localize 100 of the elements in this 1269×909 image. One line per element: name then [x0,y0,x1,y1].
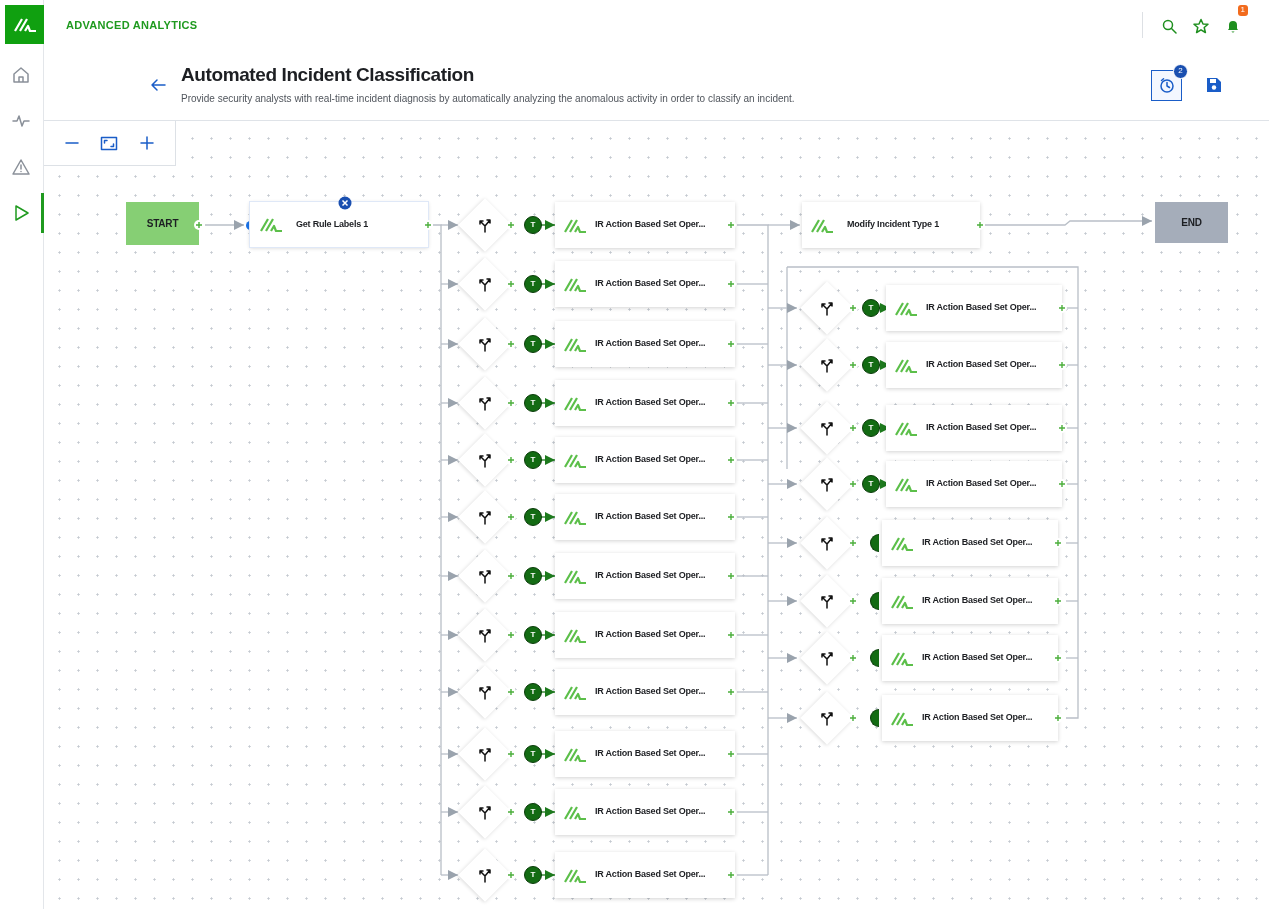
add-icon[interactable] [1053,653,1063,663]
trigger-badge[interactable]: T [862,299,880,317]
task-node[interactable]: IR Action Based Set Oper... [555,852,735,898]
add-icon[interactable] [506,455,516,465]
task-node[interactable]: IR Action Based Set Oper... [886,285,1062,331]
add-icon[interactable] [848,538,858,548]
logo[interactable] [5,5,44,44]
trigger-badge[interactable]: T [524,508,542,526]
add-icon[interactable] [506,398,516,408]
add-icon[interactable] [726,279,736,289]
add-icon[interactable] [506,512,516,522]
add-icon[interactable] [194,220,204,230]
task-node[interactable]: IR Action Based Set Oper... [882,635,1058,681]
task-node[interactable]: IR Action Based Set Oper... [555,437,735,483]
task-node[interactable]: Modify Incident Type 1 [802,202,980,248]
task-node[interactable]: Get Rule Labels 1 [250,202,428,247]
trigger-badge[interactable]: T [862,356,880,374]
task-node[interactable]: IR Action Based Set Oper... [555,494,735,540]
trigger-badge[interactable]: T [524,567,542,585]
trigger-badge[interactable]: T [524,451,542,469]
trigger-badge[interactable]: T [524,335,542,353]
add-icon[interactable] [1057,360,1067,370]
zoom-out-button[interactable] [62,139,81,147]
add-icon[interactable] [506,339,516,349]
back-button[interactable] [150,77,166,93]
add-icon[interactable] [726,749,736,759]
trigger-badge[interactable]: T [524,866,542,884]
add-icon[interactable] [1053,538,1063,548]
add-icon[interactable] [506,870,516,880]
add-icon[interactable] [1053,713,1063,723]
task-node[interactable]: IR Action Based Set Oper... [882,695,1058,741]
task-node[interactable]: IR Action Based Set Oper... [555,380,735,426]
connector-arrow [204,220,245,230]
add-icon[interactable] [506,687,516,697]
add-icon[interactable] [726,398,736,408]
start-node[interactable]: START [126,202,199,245]
end-node[interactable]: END [1155,202,1228,243]
add-icon[interactable] [1057,423,1067,433]
add-icon[interactable] [506,279,516,289]
add-icon[interactable] [506,571,516,581]
trigger-badge[interactable]: T [524,394,542,412]
add-icon[interactable] [1053,596,1063,606]
add-icon[interactable] [726,807,736,817]
trigger-badge[interactable]: T [524,745,542,763]
timer-button[interactable] [1151,69,1182,101]
add-icon[interactable] [848,713,858,723]
task-node[interactable]: IR Action Based Set Oper... [555,321,735,367]
trigger-badge[interactable]: T [524,275,542,293]
stopwatch-icon [1157,76,1176,94]
add-icon[interactable] [726,512,736,522]
add-icon[interactable] [423,220,433,230]
add-icon[interactable] [726,455,736,465]
connector-arrow [440,279,459,289]
trigger-badge[interactable]: T [524,683,542,701]
add-icon[interactable] [1057,303,1067,313]
add-icon[interactable] [848,653,858,663]
add-icon[interactable] [506,630,516,640]
task-node[interactable]: IR Action Based Set Oper... [555,261,735,307]
task-node[interactable]: IR Action Based Set Oper... [882,578,1058,624]
task-node[interactable]: IR Action Based Set Oper... [882,520,1058,566]
task-node[interactable]: IR Action Based Set Oper... [886,405,1062,451]
trigger-badge[interactable]: T [862,419,880,437]
trigger-badge[interactable]: T [524,803,542,821]
trigger-badge[interactable] [870,534,879,552]
trigger-badge[interactable]: T [524,626,542,644]
add-icon[interactable] [726,687,736,697]
close-icon[interactable] [338,196,352,210]
task-node[interactable]: IR Action Based Set Oper... [555,553,735,599]
add-icon[interactable] [848,360,858,370]
task-node[interactable]: IR Action Based Set Oper... [555,202,735,248]
task-node[interactable]: IR Action Based Set Oper... [886,342,1062,388]
add-icon[interactable] [848,303,858,313]
fork-icon [819,649,835,667]
add-icon[interactable] [848,479,858,489]
add-icon[interactable] [726,630,736,640]
fork-icon [477,335,493,353]
trigger-badge[interactable]: T [862,475,880,493]
task-node[interactable]: IR Action Based Set Oper... [886,461,1062,507]
add-icon[interactable] [506,807,516,817]
add-icon[interactable] [506,749,516,759]
add-icon[interactable] [975,220,985,230]
task-node[interactable]: IR Action Based Set Oper... [555,789,735,835]
trigger-badge[interactable] [870,592,879,610]
task-node[interactable]: IR Action Based Set Oper... [555,731,735,777]
connector-arrow [767,653,798,663]
add-icon[interactable] [726,870,736,880]
connector-arrow [440,220,459,230]
add-icon[interactable] [726,339,736,349]
add-icon[interactable] [506,220,516,230]
add-icon[interactable] [848,423,858,433]
task-node[interactable]: IR Action Based Set Oper... [555,669,735,715]
add-icon[interactable] [1057,479,1067,489]
task-node[interactable]: IR Action Based Set Oper... [555,612,735,658]
trigger-badge[interactable]: T [524,216,542,234]
add-icon[interactable] [726,220,736,230]
trigger-badge[interactable] [870,709,879,727]
fork-icon [819,709,835,727]
add-icon[interactable] [848,596,858,606]
trigger-badge[interactable] [870,649,879,667]
add-icon[interactable] [726,571,736,581]
